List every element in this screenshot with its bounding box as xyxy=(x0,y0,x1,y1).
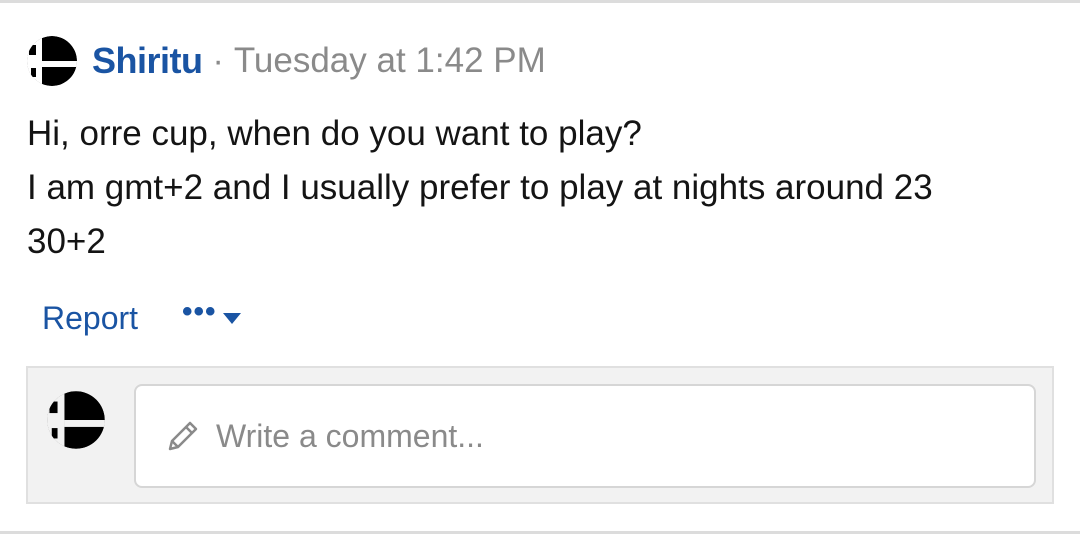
post-actions: Report ••• xyxy=(42,293,241,343)
post-header: Shiritu · Tuesday at 1:42 PM xyxy=(26,35,546,87)
comment-composer: Write a comment... xyxy=(26,366,1054,504)
report-link[interactable]: Report xyxy=(42,300,138,337)
author-name[interactable]: Shiritu xyxy=(92,40,203,82)
more-options-button[interactable]: ••• xyxy=(182,297,241,333)
comment-placeholder: Write a comment... xyxy=(216,417,484,454)
comment-input[interactable]: Write a comment... xyxy=(134,384,1036,488)
message-line: Hi, orre cup, when do you want to play? xyxy=(27,114,642,153)
post-timestamp[interactable]: Tuesday at 1:42 PM xyxy=(234,41,546,81)
post-card: Shiritu · Tuesday at 1:42 PM Hi, orre cu… xyxy=(0,0,1080,534)
pencil-icon xyxy=(168,421,198,451)
post-message: Hi, orre cup, when do you want to play? … xyxy=(27,107,1057,269)
more-dots-icon: ••• xyxy=(182,295,217,328)
smash-bros-logo-icon xyxy=(47,391,105,449)
message-line: 30+2 xyxy=(27,222,106,261)
smash-bros-logo-icon[interactable] xyxy=(26,35,78,87)
caret-down-icon xyxy=(222,312,241,324)
header-separator: · xyxy=(212,41,224,80)
message-line: I am gmt+2 and I usually prefer to play … xyxy=(27,168,933,207)
